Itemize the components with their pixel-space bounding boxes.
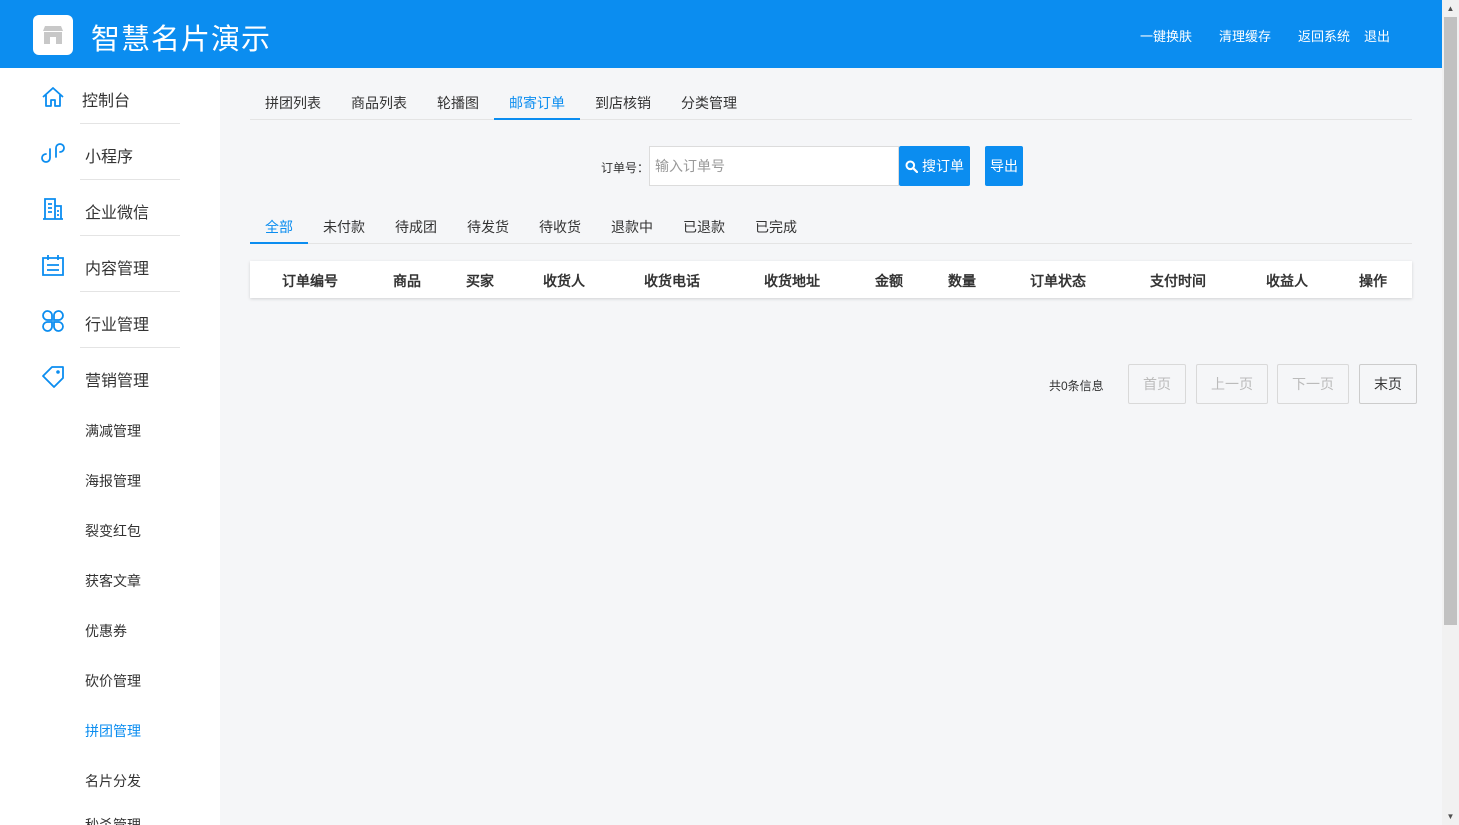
tab-mail-orders[interactable]: 邮寄订单 <box>509 93 565 113</box>
page-scrollbar[interactable]: ▲ ▼ <box>1442 0 1459 825</box>
column-header: 订单状态 <box>1030 273 1086 289</box>
status-tab-unpaid[interactable]: 未付款 <box>323 217 365 237</box>
column-header: 收益人 <box>1266 273 1308 289</box>
sidebar-item-industry[interactable]: 行业管理 <box>0 292 220 348</box>
status-tab-all[interactable]: 全部 <box>265 217 293 237</box>
tab-store-verify[interactable]: 到店核销 <box>595 93 651 113</box>
sidebar-sub-red-packet[interactable]: 裂变红包 <box>85 521 141 541</box>
status-tab-to-receive[interactable]: 待收货 <box>539 217 581 237</box>
active-tab-indicator <box>494 118 580 120</box>
switch-skin-link[interactable]: 一键换肤 <box>1140 26 1192 45</box>
next-page-button[interactable]: 下一页 <box>1277 364 1349 404</box>
column-header: 商品 <box>393 273 421 289</box>
app-title: 智慧名片演示 <box>91 24 272 56</box>
column-header: 数量 <box>948 273 976 289</box>
sidebar-item-wecom[interactable]: 企业微信 <box>0 180 220 236</box>
column-header: 收货人 <box>543 273 585 289</box>
sidebar-item-label: 内容管理 <box>85 261 150 278</box>
pagination-info: 共0条信息 <box>1049 379 1104 393</box>
first-page-button[interactable]: 首页 <box>1128 364 1186 404</box>
top-tabs: 拼团列表 商品列表 轮播图 邮寄订单 到店核销 分类管理 <box>250 86 1412 120</box>
sidebar-item-label: 营销管理 <box>85 373 150 390</box>
column-header: 收货电话 <box>644 273 700 289</box>
tab-categories[interactable]: 分类管理 <box>681 93 737 113</box>
sidebar-item-dashboard[interactable]: 控制台 <box>0 68 220 124</box>
column-header: 支付时间 <box>1150 273 1206 289</box>
sidebar-item-content[interactable]: 内容管理 <box>0 236 220 292</box>
column-header: 买家 <box>466 273 494 289</box>
building-icon <box>43 198 63 220</box>
scroll-down-icon[interactable]: ▼ <box>1442 808 1459 825</box>
order-number-label: 订单号： <box>601 161 650 175</box>
sidebar-sub-group-buy[interactable]: 拼团管理 <box>85 721 141 741</box>
status-tab-completed[interactable]: 已完成 <box>755 217 797 237</box>
column-header: 金额 <box>875 273 903 289</box>
status-tab-pending-group[interactable]: 待成团 <box>395 217 437 237</box>
sidebar-item-label: 小程序 <box>85 149 134 166</box>
back-to-system-link[interactable]: 返回系统 <box>1298 26 1350 45</box>
search-icon <box>905 160 918 173</box>
sidebar: 控制台 小程序 企业微信 内容管理 行业管理 营销管理 满减管理 海报管理 裂变… <box>0 68 220 825</box>
status-tab-refunding[interactable]: 退款中 <box>611 217 653 237</box>
orders-table-header: 订单编号 商品 买家 收货人 收货电话 收货地址 金额 数量 订单状态 支付时间… <box>250 261 1412 298</box>
sidebar-sub-articles[interactable]: 获客文章 <box>85 571 141 591</box>
logout-link[interactable]: 退出 <box>1364 26 1390 45</box>
column-header: 订单编号 <box>282 273 338 289</box>
scroll-thumb[interactable] <box>1444 17 1457 625</box>
status-tab-to-ship[interactable]: 待发货 <box>467 217 509 237</box>
clover-icon <box>42 310 64 332</box>
scroll-up-icon[interactable]: ▲ <box>1442 0 1459 17</box>
link-icon <box>41 143 65 163</box>
top-header: 智慧名片演示 一键换肤 清理缓存 返回系统 退出 <box>0 0 1442 68</box>
active-status-indicator <box>250 242 308 244</box>
header-links: 一键换肤 清理缓存 返回系统 退出 <box>1113 26 1390 45</box>
sidebar-sub-coupons[interactable]: 优惠券 <box>85 621 127 641</box>
store-logo-icon <box>33 15 73 55</box>
status-tabs: 全部 未付款 待成团 待发货 待收货 退款中 已退款 已完成 <box>250 210 1412 244</box>
sidebar-sub-bargain[interactable]: 砍价管理 <box>85 671 141 691</box>
sidebar-item-miniprogram[interactable]: 小程序 <box>0 124 220 180</box>
sidebar-item-label: 行业管理 <box>85 317 150 334</box>
search-button-label: 搜订单 <box>922 158 964 174</box>
order-number-input[interactable] <box>649 146 899 186</box>
column-header: 操作 <box>1359 273 1387 289</box>
tag-icon <box>42 366 64 388</box>
tab-group-list[interactable]: 拼团列表 <box>265 93 321 113</box>
calendar-icon <box>42 255 64 276</box>
tab-carousel[interactable]: 轮播图 <box>437 93 479 113</box>
home-icon <box>42 87 64 107</box>
sidebar-item-marketing[interactable]: 营销管理 <box>0 348 220 404</box>
sidebar-sub-card-distribution[interactable]: 名片分发 <box>85 771 141 791</box>
column-header: 收货地址 <box>764 273 820 289</box>
tab-product-list[interactable]: 商品列表 <box>351 93 407 113</box>
status-tab-refunded[interactable]: 已退款 <box>683 217 725 237</box>
last-page-button[interactable]: 末页 <box>1359 364 1417 404</box>
export-button[interactable]: 导出 <box>985 146 1023 186</box>
search-orders-button[interactable]: 搜订单 <box>899 146 970 186</box>
sidebar-item-label: 控制台 <box>82 93 131 110</box>
clear-cache-link[interactable]: 清理缓存 <box>1219 26 1271 45</box>
prev-page-button[interactable]: 上一页 <box>1196 364 1268 404</box>
sidebar-sub-poster[interactable]: 海报管理 <box>85 471 141 491</box>
sidebar-sub-full-reduction[interactable]: 满减管理 <box>85 421 141 441</box>
sidebar-item-label: 企业微信 <box>85 205 150 222</box>
sidebar-sub-flash-sale[interactable]: 秒杀管理 <box>85 815 141 825</box>
